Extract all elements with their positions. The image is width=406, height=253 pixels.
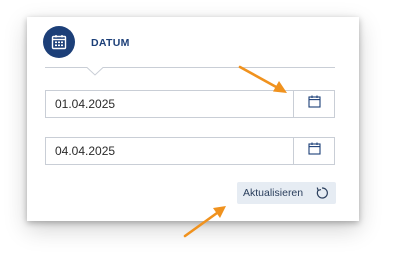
annotation-arrows [183,65,287,238]
arrow-to-refresh-button [183,206,226,238]
screenshot-stage: DATUM 01.04.2025 04.04.2025 Aktualisiere… [0,0,406,253]
arrow-to-date-from-calendar-button [238,65,287,93]
